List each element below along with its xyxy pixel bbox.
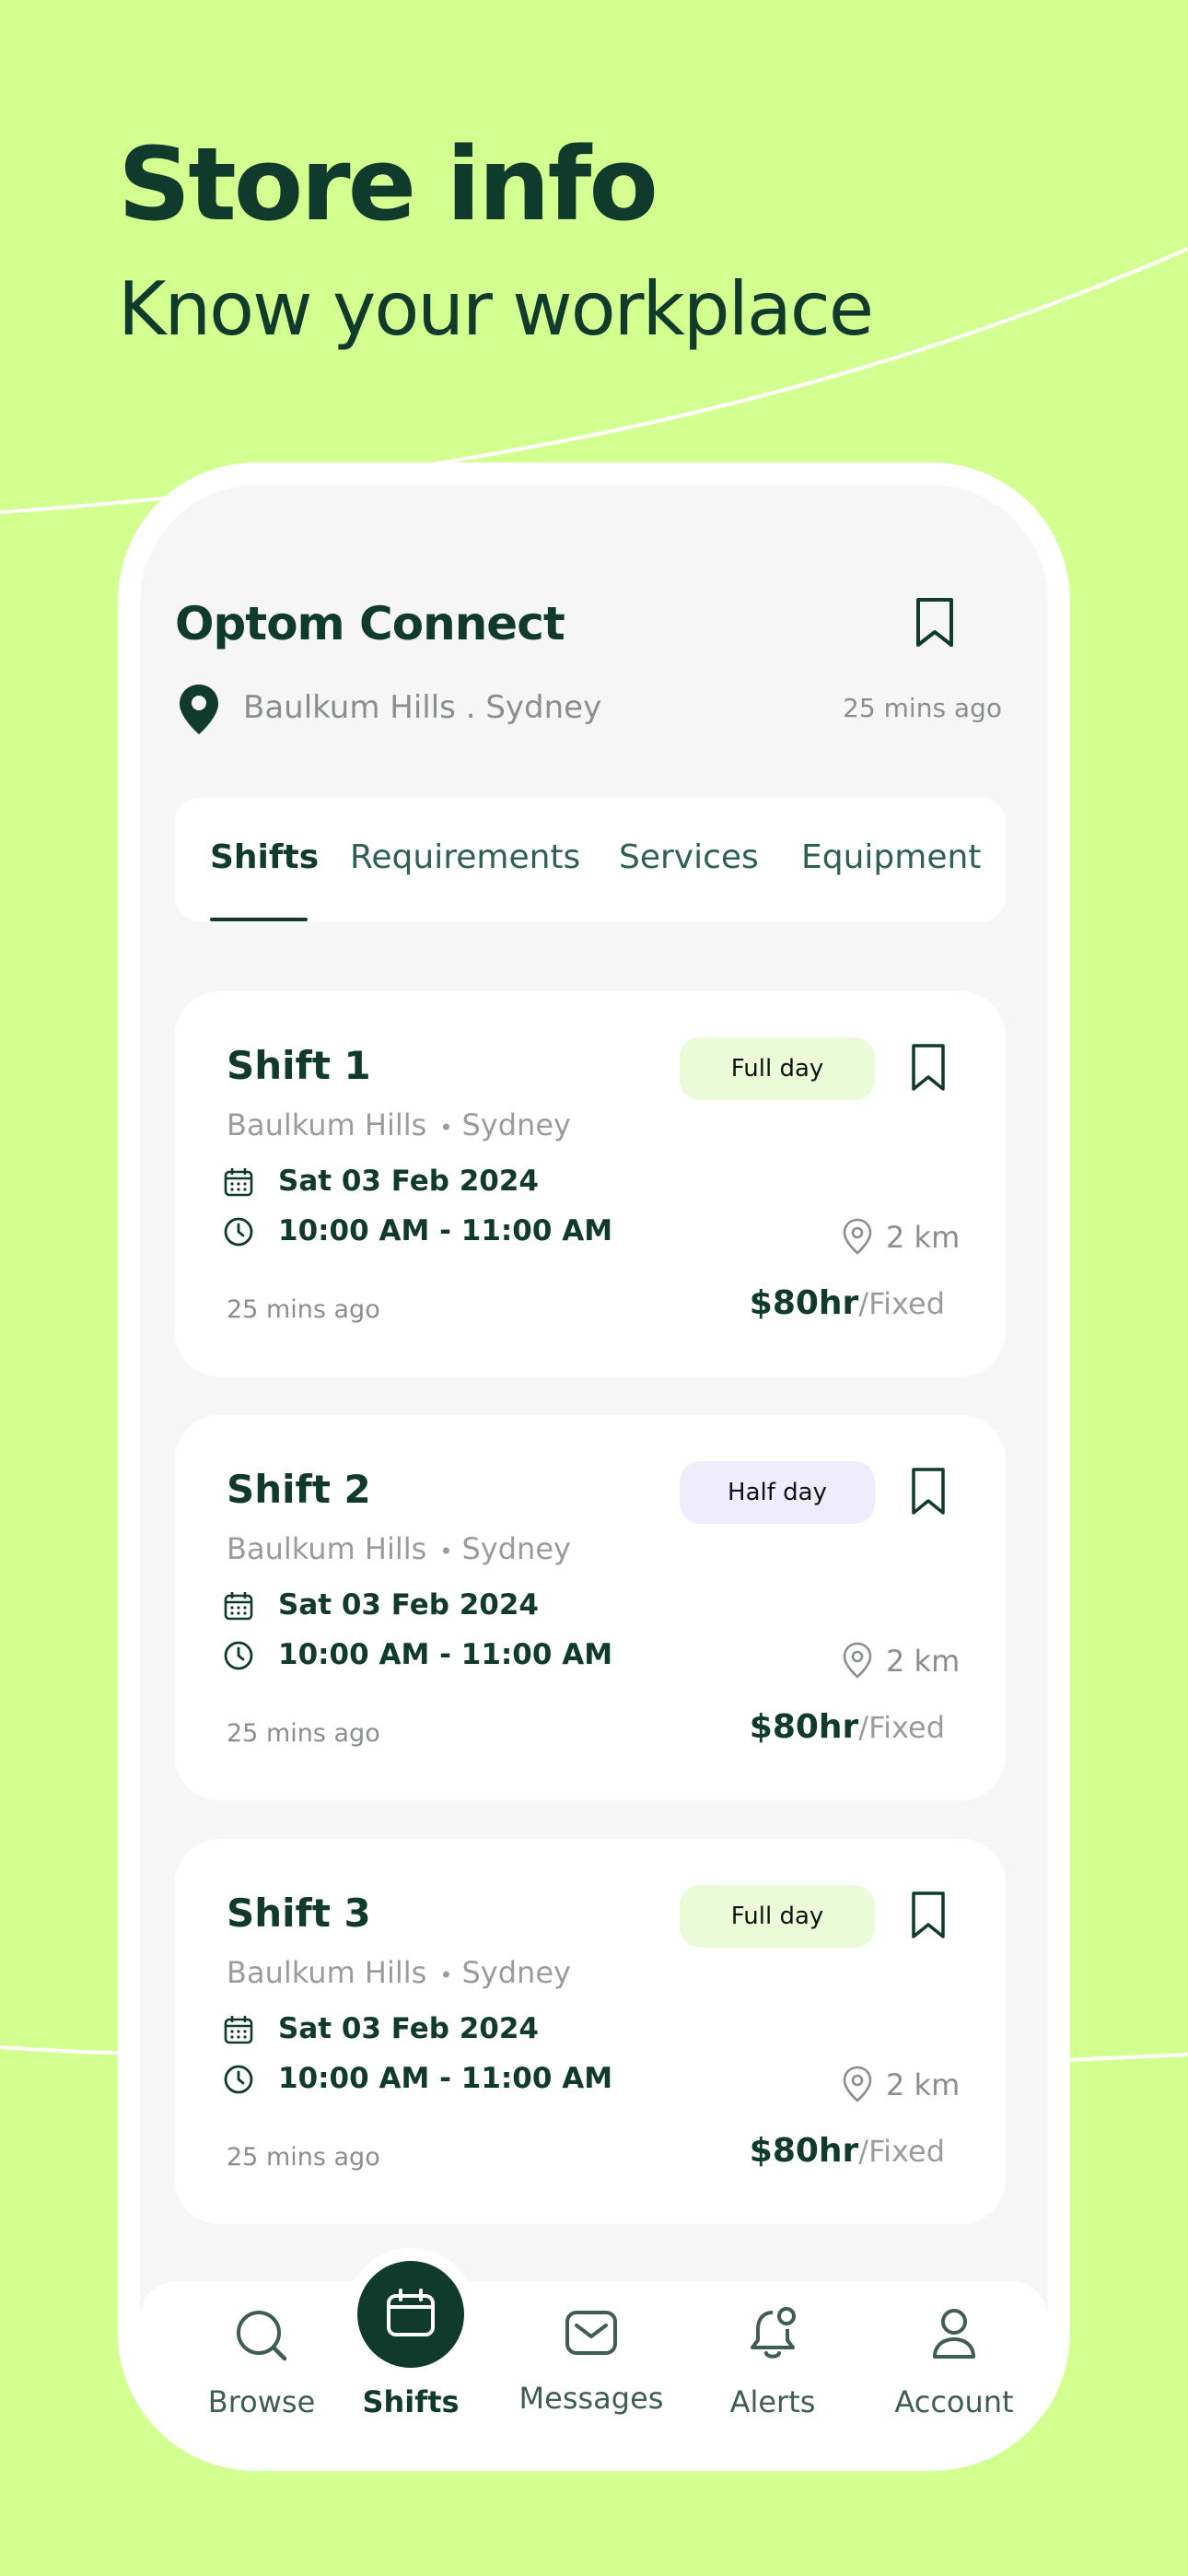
- tab-bar: Shifts Requirements Services Equipment: [175, 798, 1006, 921]
- shift-rate: $80hr/Fixed: [750, 1284, 945, 1322]
- store-posted-time: 25 mins ago: [843, 693, 1002, 723]
- calendar-icon: [224, 1592, 253, 1621]
- shift-time: 10:00 AM - 11:00 AM: [278, 1638, 613, 1671]
- shift-rate-type: /Fixed: [858, 2134, 945, 2169]
- shift-rate-type: /Fixed: [858, 1286, 945, 1321]
- nav-label: Alerts: [729, 2384, 816, 2419]
- shift-posted-time: 25 mins ago: [227, 2143, 380, 2172]
- tab-shifts[interactable]: Shifts: [210, 838, 319, 876]
- separator-dot: •: [439, 1539, 453, 1564]
- shift-date: Sat 03 Feb 2024: [278, 1165, 539, 1198]
- bottom-nav: Browse Shifts Messages Alerts Account: [140, 2281, 1048, 2449]
- bookmark-icon[interactable]: [910, 1891, 947, 1940]
- phone-frame: Optom Connect Baulkum Hills . Sydney 25 …: [118, 463, 1070, 2471]
- active-tab-indicator: [210, 918, 308, 921]
- shift-title: Shift 3: [227, 1891, 371, 1936]
- store-location: Baulkum Hills . Sydney: [243, 689, 602, 726]
- tab-services[interactable]: Services: [619, 838, 759, 876]
- shift-title: Shift 2: [227, 1467, 371, 1512]
- shift-location: Baulkum Hills • Sydney: [227, 1955, 571, 1990]
- shift-city: Sydney: [461, 1107, 571, 1142]
- shift-card[interactable]: Shift 1 Full day Baulkum Hills • Sydney Sa…: [175, 991, 1006, 1376]
- shift-city: Sydney: [461, 1955, 571, 1990]
- nav-label: Browse: [207, 2384, 316, 2419]
- hero-title: Store info: [118, 125, 658, 243]
- nav-item-messages[interactable]: Messages: [508, 2281, 674, 2449]
- shift-rate: $80hr/Fixed: [750, 2132, 945, 2170]
- nav-label: Messages: [518, 2381, 664, 2416]
- shift-rate-amount: $80hr: [749, 1284, 859, 1322]
- app-screen: Optom Connect Baulkum Hills . Sydney 25 …: [140, 485, 1048, 2449]
- shift-location: Baulkum Hills • Sydney: [227, 1531, 571, 1566]
- location-pin-icon: [180, 685, 218, 734]
- shifts-fab-button[interactable]: [357, 2261, 464, 2368]
- location-pin-icon: [843, 2066, 872, 2102]
- location-pin-icon: [843, 1218, 872, 1255]
- clock-icon: [224, 1217, 253, 1247]
- shift-type-badge: Full day: [680, 1885, 875, 1948]
- tab-requirements[interactable]: Requirements: [350, 838, 580, 876]
- shift-posted-time: 25 mins ago: [227, 1719, 380, 1748]
- clock-icon: [224, 2065, 253, 2094]
- mail-icon: [565, 2311, 617, 2355]
- shift-title: Shift 1: [227, 1043, 371, 1088]
- calendar-icon: [387, 2289, 435, 2336]
- calendar-icon: [224, 1168, 253, 1197]
- nav-item-alerts[interactable]: Alerts: [690, 2281, 856, 2449]
- shift-city: Sydney: [461, 1531, 571, 1566]
- nav-item-browse[interactable]: Browse: [179, 2281, 344, 2449]
- store-name: Optom Connect: [175, 597, 565, 650]
- separator-dot: •: [439, 1962, 453, 1988]
- location-pin-icon: [843, 1642, 872, 1679]
- shift-time: 10:00 AM - 11:00 AM: [278, 1214, 613, 1247]
- bookmark-icon[interactable]: [910, 1043, 947, 1093]
- user-icon: [933, 2309, 975, 2359]
- shift-rate-type: /Fixed: [858, 1710, 945, 1745]
- bookmark-icon[interactable]: [910, 1467, 947, 1516]
- nav-label: Account: [894, 2384, 1014, 2419]
- shift-type-badge: Full day: [680, 1037, 875, 1100]
- separator-dot: •: [439, 1115, 453, 1141]
- shift-distance: 2 km: [886, 1220, 961, 1255]
- shift-date: Sat 03 Feb 2024: [278, 1588, 539, 1622]
- shift-suburb: Baulkum Hills: [227, 1955, 427, 1990]
- shift-suburb: Baulkum Hills: [227, 1107, 427, 1142]
- calendar-icon: [224, 2016, 253, 2044]
- bell-icon: [751, 2307, 796, 2359]
- shift-rate-amount: $80hr: [749, 2132, 859, 2170]
- shift-type-badge: Half day: [680, 1461, 875, 1524]
- search-icon: [237, 2311, 287, 2361]
- clock-icon: [224, 1641, 253, 1670]
- shift-distance: 2 km: [886, 2067, 961, 2102]
- shift-suburb: Baulkum Hills: [227, 1531, 427, 1566]
- shift-posted-time: 25 mins ago: [227, 1295, 380, 1324]
- shift-time: 10:00 AM - 11:00 AM: [278, 2062, 613, 2095]
- nav-label: Shifts: [362, 2384, 460, 2419]
- shift-distance: 2 km: [886, 1644, 961, 1679]
- tab-equipment[interactable]: Equipment: [801, 838, 981, 876]
- shift-location: Baulkum Hills • Sydney: [227, 1107, 571, 1142]
- nav-item-account[interactable]: Account: [871, 2281, 1037, 2449]
- shift-date: Sat 03 Feb 2024: [278, 2012, 539, 2045]
- shift-rate: $80hr/Fixed: [750, 1708, 945, 1746]
- shift-card[interactable]: Shift 3 Full day Baulkum Hills • Sydney Sa…: [175, 1839, 1006, 2224]
- hero-subtitle: Know your workplace: [118, 266, 874, 352]
- shift-card[interactable]: Shift 2 Half day Baulkum Hills • Sydney Sa…: [175, 1415, 1006, 1800]
- bookmark-icon[interactable]: [914, 597, 956, 649]
- shift-rate-amount: $80hr: [749, 1708, 859, 1746]
